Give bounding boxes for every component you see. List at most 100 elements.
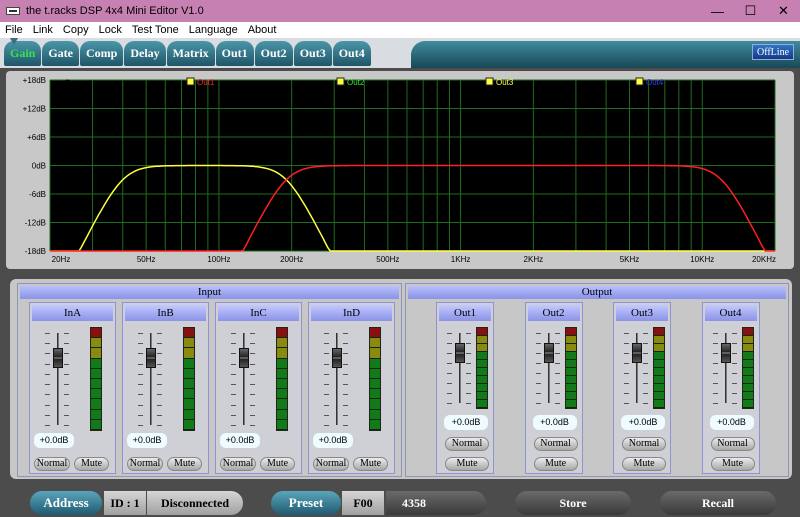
out2-gain-value[interactable]: +0.0dB (532, 415, 577, 430)
tab-gate[interactable]: Gate (42, 41, 79, 66)
minimize-button[interactable]: — (701, 0, 734, 22)
offline-button[interactable]: OffLine (752, 44, 794, 60)
ina-fader-knob[interactable] (53, 348, 63, 368)
ina-gain-value[interactable]: +0.0dB (34, 433, 74, 448)
out1-fader-knob[interactable] (455, 343, 465, 363)
inb-channel-name: InB (125, 305, 206, 321)
tab-comp[interactable]: Comp (80, 41, 124, 66)
graph-y-tick-label: -6dB (29, 190, 46, 199)
ind-channel-strip: InD +0.0dB Normal Mute (308, 302, 395, 474)
inc-level-meter (276, 327, 288, 431)
out4-channel-name: Out4 (704, 305, 757, 321)
status-bar: Address ID : 1 Disconnected Preset F00 4… (0, 488, 800, 517)
out4-normal-button[interactable]: Normal (710, 437, 755, 451)
out4-mute-button[interactable]: Mute (710, 457, 755, 471)
ina-normal-button[interactable]: Normal (34, 457, 70, 471)
recall-button[interactable]: Recall (660, 491, 776, 515)
tab-delay[interactable]: Delay (124, 41, 166, 66)
app-icon (6, 7, 20, 15)
inc-fader-knob[interactable] (239, 348, 249, 368)
ind-fader-knob[interactable] (332, 348, 342, 368)
legend-swatch-icon (336, 77, 345, 86)
ind-gain-value[interactable]: +0.0dB (313, 433, 353, 448)
close-button[interactable]: ✕ (767, 0, 800, 22)
ina-mute-button[interactable]: Mute (74, 457, 109, 471)
out2-fader-knob[interactable] (543, 343, 554, 363)
legend-swatch-icon (485, 77, 494, 86)
tab-out3[interactable]: Out3 (293, 41, 332, 66)
inb-mute-button[interactable]: Mute (167, 457, 202, 471)
inb-fader-track[interactable] (150, 333, 152, 425)
out2-normal-button[interactable]: Normal (533, 437, 578, 451)
inc-mute-button[interactable]: Mute (260, 457, 295, 471)
legend-swatch-icon (635, 77, 644, 86)
out3-gain-value[interactable]: +0.0dB (621, 415, 665, 430)
graph-x-tick-label: 20KHz (752, 255, 776, 264)
inb-gain-value[interactable]: +0.0dB (127, 433, 167, 448)
inc-channel-strip: InC +0.0dB Normal Mute (215, 302, 302, 474)
out3-fader-knob[interactable] (632, 343, 642, 363)
out1-gain-value[interactable]: +0.0dB (444, 415, 488, 430)
out4-fader-knob[interactable] (720, 343, 731, 363)
menu-test-tone[interactable]: Test Tone (127, 24, 184, 36)
graph-y-tick-label: +6dB (27, 133, 46, 142)
out1-channel-strip: Out1 +0.0dB Normal Mute (436, 302, 494, 474)
tab-out2[interactable]: Out2 (254, 41, 293, 66)
ina-channel-name: InA (32, 305, 113, 321)
inc-fader-track[interactable] (243, 333, 245, 425)
out1-channel-name: Out1 (439, 305, 491, 321)
menu-language[interactable]: Language (184, 24, 243, 36)
menu-link[interactable]: Link (28, 24, 58, 36)
graph-x-tick-label: 200Hz (280, 255, 303, 264)
tab-out4[interactable]: Out4 (332, 41, 371, 66)
tab-matrix[interactable]: Matrix (166, 41, 215, 66)
device-id: ID : 1 (104, 491, 146, 515)
address-label: Address (30, 491, 102, 515)
graph-y-tick-label: 0dB (32, 162, 46, 171)
menu-file[interactable]: File (0, 24, 28, 36)
frequency-response-panel: +18dB +12dB +6dB 0dB -6dB -12dB -18dB 20Hz 50Hz 1… (6, 71, 794, 269)
legend-label: Out4 (646, 78, 664, 87)
out3-mute-button[interactable]: Mute (622, 457, 666, 471)
connection-status: Disconnected (147, 491, 243, 515)
inc-channel-name: InC (218, 305, 299, 321)
tab-bar: Gain Gate Comp Delay Matrix Out1 Out2 Ou… (0, 38, 800, 68)
tab-out1[interactable]: Out1 (215, 41, 254, 66)
ina-level-meter (90, 327, 102, 431)
ina-channel-strip: InA +0.0dB Normal Mute (29, 302, 116, 474)
active-tab-marker-icon (10, 38, 18, 45)
menu-bar: File Link Copy Lock Test Tone Language A… (0, 22, 800, 38)
out1-normal-button[interactable]: Normal (445, 437, 489, 451)
tab-bar-fill (411, 41, 800, 68)
ind-channel-name: InD (311, 305, 392, 321)
output-section: Output Out1 +0.0dB Normal Mute Out2 +0.0dB Nor… (405, 283, 789, 477)
inc-gain-value[interactable]: +0.0dB (220, 433, 260, 448)
inb-fader-knob[interactable] (146, 348, 156, 368)
legend-label: Out1 (197, 78, 215, 87)
ind-fader-track[interactable] (336, 333, 338, 425)
out3-level-meter (653, 327, 665, 409)
preset-number: 4358 (386, 491, 486, 515)
graph-x-tick-label: 1KHz (451, 255, 471, 264)
legend-label: Out2 (347, 78, 365, 87)
ind-level-meter (369, 327, 381, 431)
ina-fader-track[interactable] (57, 333, 59, 425)
ind-normal-button[interactable]: Normal (313, 457, 349, 471)
out4-gain-value[interactable]: +0.0dB (709, 415, 754, 430)
store-button[interactable]: Store (515, 491, 631, 515)
ind-mute-button[interactable]: Mute (353, 457, 388, 471)
legend-label: Out3 (496, 78, 514, 87)
out2-mute-button[interactable]: Mute (533, 457, 578, 471)
out1-mute-button[interactable]: Mute (445, 457, 489, 471)
menu-copy[interactable]: Copy (58, 24, 94, 36)
maximize-button[interactable]: ☐ (734, 0, 767, 22)
menu-lock[interactable]: Lock (94, 24, 127, 36)
out3-normal-button[interactable]: Normal (622, 437, 666, 451)
menu-about[interactable]: About (243, 24, 282, 36)
preset-code: F00 (342, 491, 384, 515)
inc-normal-button[interactable]: Normal (220, 457, 256, 471)
window-title: the t.racks DSP 4x4 Mini Editor V1.0 (26, 5, 204, 17)
input-section: Input InA +0.0dB Normal Mute InB +0.0dB Normal… (17, 283, 402, 477)
inb-normal-button[interactable]: Normal (127, 457, 163, 471)
out4-level-meter (741, 327, 754, 409)
